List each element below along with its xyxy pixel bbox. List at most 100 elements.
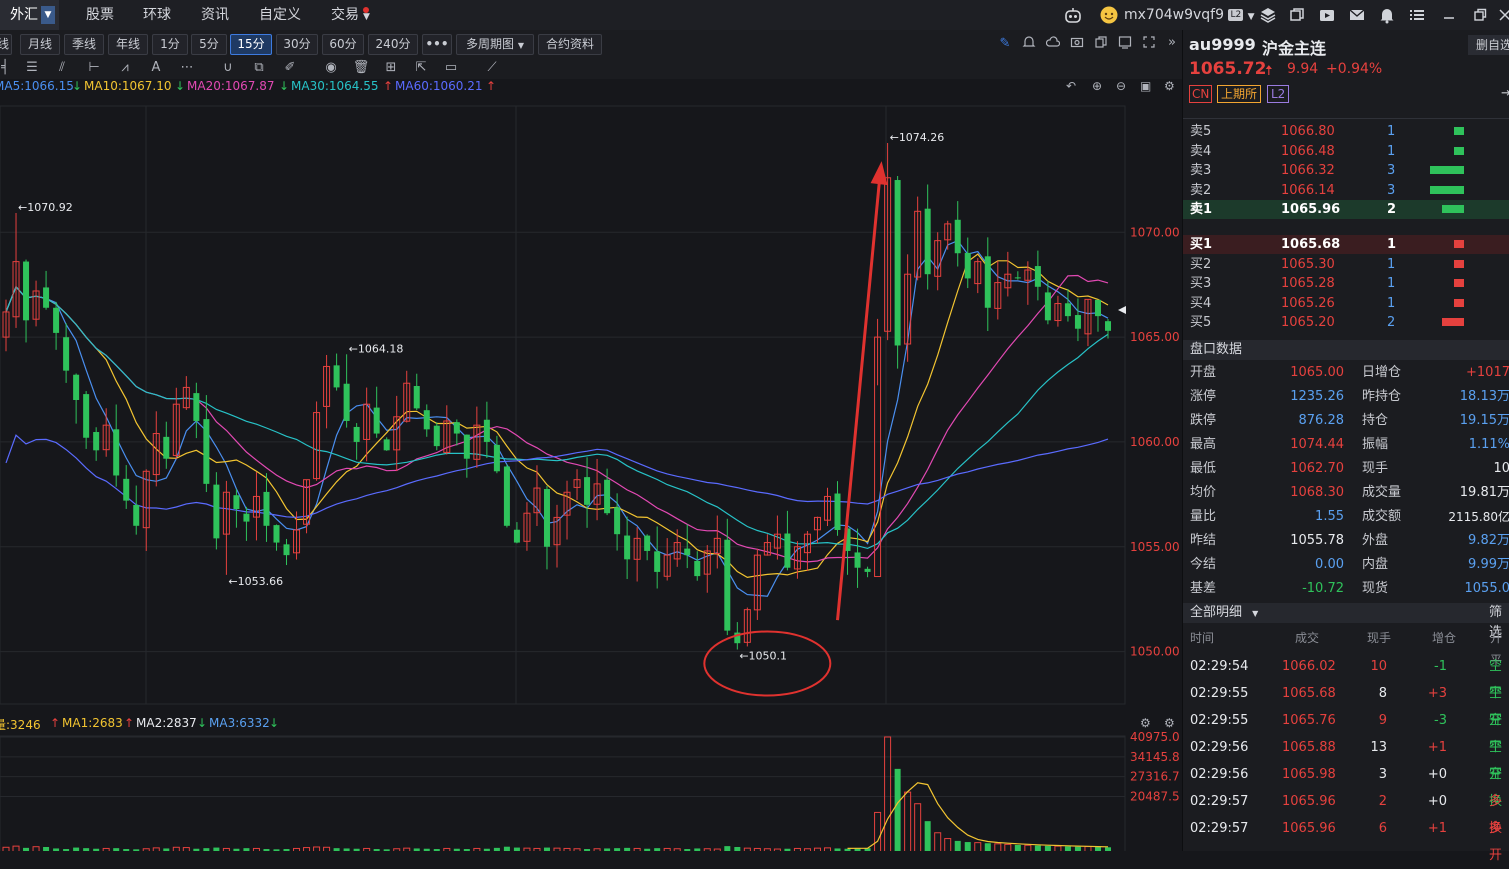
robot-icon[interactable] [1064, 6, 1082, 24]
buy-row[interactable]: 买31065.281 [1183, 274, 1509, 293]
detail-qty: 9 [1379, 707, 1387, 734]
text-tool-icon[interactable]: A [147, 59, 165, 77]
cloud-icon[interactable] [1044, 35, 1062, 53]
camera-icon[interactable] [1068, 35, 1086, 53]
mail-icon[interactable] [1348, 6, 1366, 24]
period-button-month[interactable]: 月线 [20, 34, 60, 55]
comment-icon[interactable]: ▭ [442, 59, 460, 77]
zoom-out-icon[interactable]: ⊖ [1116, 79, 1126, 93]
period-button-60min[interactable]: 60分 [322, 34, 364, 55]
sell-row[interactable]: 卖41066.481 [1183, 142, 1509, 161]
period-button-partial[interactable]: 线 [0, 34, 12, 55]
detail-row[interactable]: 02:29:541066.0210-1空平 [1183, 653, 1509, 680]
volume-bar-down [724, 846, 730, 851]
period-button-1min[interactable]: 1分 [152, 34, 188, 55]
chart-window-icon[interactable] [1116, 35, 1134, 53]
pankou-value: 9.99万 [1468, 553, 1509, 577]
settings-icon[interactable]: ⚙ [1164, 79, 1175, 93]
video-icon[interactable] [1318, 6, 1336, 24]
detail-inc: -1 [1434, 653, 1447, 680]
detail-row[interactable]: 02:29:571065.966+1多开 [1183, 815, 1509, 842]
layers-icon[interactable] [1259, 6, 1277, 24]
remove-watchlist-button[interactable]: 删自选 [1468, 35, 1509, 55]
minimize-icon[interactable] [1440, 6, 1458, 24]
eraser-icon[interactable]: ✐ [281, 59, 299, 77]
period-button-240min[interactable]: 240分 [368, 34, 418, 55]
username[interactable]: mx704w9vqf9 L2 ▼ [1124, 0, 1255, 30]
settings-icon[interactable]: ⚙ [1164, 716, 1175, 730]
avatar[interactable] [1100, 6, 1118, 24]
menu-stocks[interactable]: 股票 [86, 0, 114, 30]
buy-row[interactable]: 买21065.301 [1183, 255, 1509, 274]
pen-icon[interactable]: ✎ [996, 35, 1014, 53]
detail-row[interactable]: 02:29:551065.688+3空开 [1183, 680, 1509, 707]
settings-icon[interactable]: ⚙ [1140, 716, 1151, 730]
detail-row[interactable]: 02:29:571065.962+0多换 [1183, 788, 1509, 815]
ruler-icon[interactable]: ⟋ [483, 59, 501, 77]
menu-global[interactable]: 环球 [143, 0, 171, 30]
candle-body-down [955, 220, 961, 253]
candle-body-down [895, 180, 901, 345]
pankou-label: 日增仓 [1362, 361, 1401, 385]
period-button-15min[interactable]: 15分 [230, 34, 272, 55]
magnet-icon[interactable]: ∪ [219, 59, 237, 77]
share-icon[interactable]: ⇱ [412, 59, 430, 77]
range-tool-icon[interactable]: ⊢ [85, 59, 103, 77]
caret-down-icon[interactable]: ▼ [1252, 609, 1258, 618]
more-tools-icon[interactable]: ⋯ [178, 59, 196, 77]
close-icon[interactable] [1496, 6, 1509, 24]
fib-tool-icon[interactable]: ⩘ [116, 59, 134, 77]
zoom-in-icon[interactable]: ⊕ [1092, 79, 1102, 93]
volume-bar-up [183, 848, 189, 851]
detail-title[interactable]: 全部明细 [1183, 605, 1242, 620]
grid-icon[interactable]: ⊞ [382, 59, 400, 77]
parallel-tool-icon[interactable]: ☰ [23, 59, 41, 77]
bell-icon[interactable] [1378, 6, 1396, 24]
sell-row[interactable]: 卖21066.143 [1183, 181, 1509, 200]
volume-ma-line [848, 783, 1109, 849]
fullscreen-icon[interactable] [1140, 35, 1158, 53]
detail-row[interactable]: 02:29:561065.983+0空换 [1183, 761, 1509, 788]
alarm-icon[interactable] [1020, 35, 1038, 53]
volume-bar-down [1065, 846, 1071, 851]
trash-icon[interactable]: 🗑 [352, 59, 370, 77]
volume-bar-up [905, 792, 911, 851]
buy-qty: 1 [1387, 294, 1395, 313]
ray-tool-icon[interactable]: ⫽ [53, 59, 71, 77]
menu-trade[interactable]: 交易▼ [331, 0, 370, 30]
menu-news[interactable]: 资讯 [201, 0, 229, 30]
expand-icon[interactable]: ⇥ [1501, 86, 1509, 101]
layout-icon[interactable]: ▣ [1140, 79, 1151, 93]
shapes-icon[interactable]: ⧉ [250, 59, 268, 77]
maximize-icon[interactable] [1471, 6, 1489, 24]
chevron-down-icon[interactable]: ▼ [41, 6, 55, 24]
sell-row[interactable]: 卖11065.962 [1183, 200, 1509, 219]
list-menu-icon[interactable] [1408, 6, 1426, 24]
period-button-year[interactable]: 年线 [108, 34, 148, 55]
restore-window-icon[interactable] [1288, 6, 1306, 24]
copy-icon[interactable] [1092, 35, 1110, 53]
pankou-value: 1.11% [1469, 433, 1509, 457]
multi-period-button[interactable]: 多周期图 ▼ [456, 34, 534, 55]
menu-custom[interactable]: 自定义 [259, 0, 301, 30]
period-button-30min[interactable]: 30分 [276, 34, 318, 55]
undo-icon[interactable]: ↶ [1066, 79, 1076, 93]
period-button-quarter[interactable]: 季线 [64, 34, 104, 55]
sell-row[interactable]: 卖51066.801 [1183, 122, 1509, 141]
more-button[interactable]: ••• [422, 34, 452, 55]
candle-body-down [985, 256, 991, 307]
menu-forex[interactable]: 外汇▼ [0, 0, 59, 30]
line-tool-icon[interactable]: ╡ [0, 59, 14, 77]
buy-row[interactable]: 买51065.202 [1183, 313, 1509, 332]
period-button-5min[interactable]: 5分 [191, 34, 227, 55]
kline-chart[interactable]: 1070.001065.001060.001055.001050.0040975… [0, 96, 1182, 851]
eye-icon[interactable]: ◉ [322, 59, 340, 77]
detail-row[interactable]: 02:29:561065.8813+1空开 [1183, 734, 1509, 761]
candle-body-down [1075, 315, 1081, 329]
detail-row[interactable]: 02:29:551065.769-3空平 [1183, 707, 1509, 734]
sell-row[interactable]: 卖31066.323 [1183, 161, 1509, 180]
buy-row[interactable]: 买11065.681 [1183, 235, 1509, 254]
buy-row[interactable]: 买41065.261 [1183, 294, 1509, 313]
contract-info-button[interactable]: 合约资料 [538, 34, 602, 55]
double-chevron-right-icon[interactable]: » [1163, 34, 1181, 52]
